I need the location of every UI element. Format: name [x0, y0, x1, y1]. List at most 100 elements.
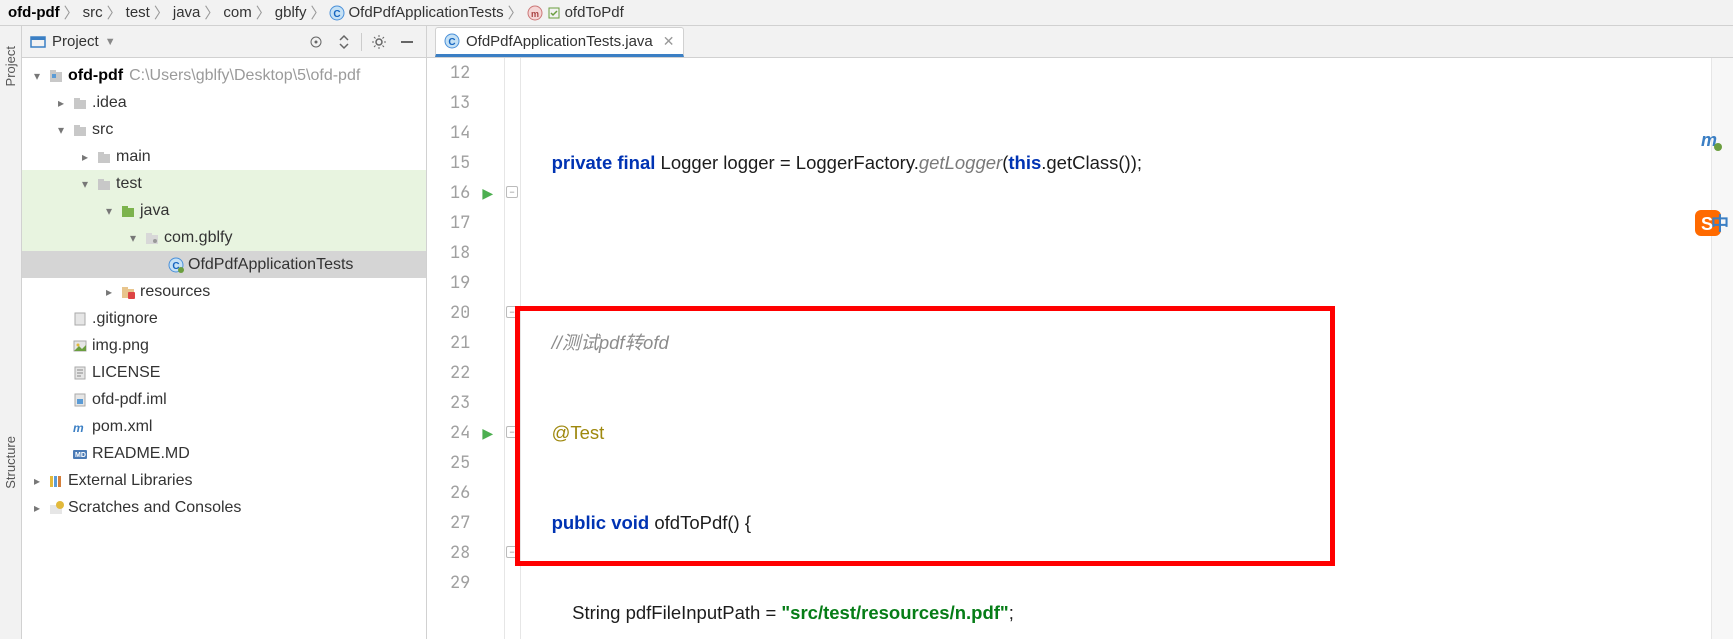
- breadcrumb-item[interactable]: com: [223, 4, 251, 21]
- tree-node-root[interactable]: ▾ ofd-pdf C:\Users\gblfy\Desktop\5\ofd-pdf: [22, 62, 426, 89]
- chevron-down-icon[interactable]: ▾: [52, 123, 70, 137]
- ime-lang-icon[interactable]: 中: [1711, 210, 1729, 236]
- code-text[interactable]: private final Logger logger = LoggerFact…: [521, 58, 1711, 639]
- floating-tool-icons: m: [1699, 128, 1723, 152]
- breadcrumb-item[interactable]: test: [126, 4, 150, 21]
- folder-icon: [70, 95, 90, 111]
- floating-ime-lang: 中 °，: [1711, 210, 1733, 236]
- editor-gutter[interactable]: 12 13 14 15 16 17 18 19 20 21 22 23 24 2…: [427, 58, 505, 639]
- tree-label: ofd-pdf: [66, 67, 123, 85]
- editor-tab[interactable]: C OfdPdfApplicationTests.java ✕: [435, 27, 684, 57]
- tree-label: java: [138, 202, 169, 220]
- module-icon: [46, 68, 66, 84]
- sidebar-title: Project: [52, 33, 99, 50]
- tab-label: OfdPdfApplicationTests.java: [466, 33, 653, 50]
- chevron-right-icon[interactable]: ▸: [52, 96, 70, 110]
- chevron-down-icon[interactable]: ▾: [100, 204, 118, 218]
- tree-label: img.png: [90, 337, 149, 355]
- breadcrumb-item[interactable]: ofdToPdf: [565, 4, 624, 21]
- tree-node[interactable]: ▸.idea: [22, 89, 426, 116]
- maven-tool-icon[interactable]: m: [1699, 128, 1723, 152]
- tree-node[interactable]: ▾ com.gblfy: [22, 224, 426, 251]
- chevron-right-icon: 〉: [154, 2, 169, 23]
- breadcrumb-item[interactable]: ofd-pdf: [8, 4, 60, 21]
- breadcrumb-item[interactable]: OfdPdfApplicationTests: [348, 4, 503, 21]
- hide-icon[interactable]: [396, 31, 418, 53]
- class-icon: C: [329, 5, 345, 21]
- svg-text:m: m: [73, 421, 84, 435]
- svg-text:C: C: [334, 9, 341, 20]
- tree-node[interactable]: img.png: [22, 332, 426, 359]
- breadcrumb-item[interactable]: java: [173, 4, 201, 21]
- tree-label: External Libraries: [66, 472, 193, 490]
- tool-window-bar: Project Structure: [0, 26, 22, 639]
- svg-text:C: C: [448, 37, 455, 48]
- tree-node-scratches[interactable]: ▸ Scratches and Consoles: [22, 494, 426, 521]
- tree-node[interactable]: LICENSE: [22, 359, 426, 386]
- tree-node-external-libraries[interactable]: ▸ External Libraries: [22, 467, 426, 494]
- fold-icon[interactable]: −: [506, 426, 518, 438]
- tree-node[interactable]: ▾ src: [22, 116, 426, 143]
- close-icon[interactable]: ✕: [663, 33, 675, 50]
- project-icon: [30, 34, 46, 50]
- tree-label: LICENSE: [90, 364, 160, 382]
- folder-icon: [70, 122, 90, 138]
- fold-icon[interactable]: −: [506, 186, 518, 198]
- editor: C OfdPdfApplicationTests.java ✕ 12 13 14…: [427, 26, 1733, 639]
- fold-icon[interactable]: −: [506, 306, 518, 318]
- run-test-icon[interactable]: ▶: [482, 185, 493, 202]
- dropdown-icon[interactable]: ▼: [105, 36, 116, 48]
- breadcrumb-item[interactable]: gblfy: [275, 4, 307, 21]
- tree-node[interactable]: m pom.xml: [22, 413, 426, 440]
- chevron-right-icon[interactable]: ▸: [28, 474, 46, 488]
- run-test-icon[interactable]: ▶: [482, 425, 493, 442]
- method-icon: m: [527, 5, 543, 21]
- tree-label: resources: [138, 283, 210, 301]
- settings-icon[interactable]: [368, 31, 390, 53]
- expand-all-icon[interactable]: [333, 31, 355, 53]
- folder-icon: [94, 176, 114, 192]
- folder-icon: [94, 149, 114, 165]
- markdown-icon: MD: [70, 446, 90, 462]
- project-tool-button[interactable]: Project: [3, 46, 18, 86]
- tree-node[interactable]: MD README.MD: [22, 440, 426, 467]
- tree-node[interactable]: ▸main: [22, 143, 426, 170]
- chevron-right-icon[interactable]: ▸: [76, 150, 94, 164]
- chevron-right-icon: 〉: [256, 2, 271, 23]
- tree-node[interactable]: ofd-pdf.iml: [22, 386, 426, 413]
- tree-label: pom.xml: [90, 418, 152, 436]
- chevron-right-icon: 〉: [64, 2, 79, 23]
- chevron-down-icon[interactable]: ▾: [76, 177, 94, 191]
- chevron-right-icon: 〉: [310, 2, 325, 23]
- structure-tool-button[interactable]: Structure: [3, 436, 18, 489]
- tree-path: C:\Users\gblfy\Desktop\5\ofd-pdf: [129, 67, 360, 85]
- tree-node[interactable]: .gitignore: [22, 305, 426, 332]
- libraries-icon: [46, 473, 66, 489]
- tree-node[interactable]: ▾ java: [22, 197, 426, 224]
- separator: [361, 33, 362, 51]
- chevron-right-icon[interactable]: ▸: [28, 501, 46, 515]
- image-icon: [70, 338, 90, 354]
- breadcrumb-item[interactable]: src: [83, 4, 103, 21]
- run-gutter[interactable]: ▶ ▶: [480, 58, 504, 639]
- tree-label: Scratches and Consoles: [66, 499, 241, 517]
- fold-gutter[interactable]: − − − −: [505, 58, 521, 639]
- select-opened-file-icon[interactable]: [305, 31, 327, 53]
- chevron-down-icon[interactable]: ▾: [124, 231, 142, 245]
- chevron-right-icon[interactable]: ▸: [100, 285, 118, 299]
- tree-node-selected[interactable]: COfdPdfApplicationTests: [22, 251, 426, 278]
- maven-icon: m: [70, 419, 90, 435]
- tree-node[interactable]: ▾test: [22, 170, 426, 197]
- chevron-down-icon[interactable]: ▾: [28, 69, 46, 83]
- iml-file-icon: [70, 392, 90, 408]
- svg-text:MD: MD: [75, 452, 86, 459]
- project-sidebar: Project ▼ ▾ ofd-pdf C:\Users\gblfy\Desktop…: [22, 26, 427, 639]
- tree-label: src: [90, 121, 113, 139]
- tree-node[interactable]: ▸ resources: [22, 278, 426, 305]
- fold-icon[interactable]: −: [506, 546, 518, 558]
- project-tree[interactable]: ▾ ofd-pdf C:\Users\gblfy\Desktop\5\ofd-pdf…: [22, 58, 426, 639]
- tree-label: com.gblfy: [162, 229, 232, 247]
- tree-label: README.MD: [90, 445, 190, 463]
- chevron-right-icon: 〉: [508, 2, 523, 23]
- breadcrumb[interactable]: ofd-pdf 〉 src 〉 test 〉 java 〉 com 〉 gblf…: [0, 0, 1733, 26]
